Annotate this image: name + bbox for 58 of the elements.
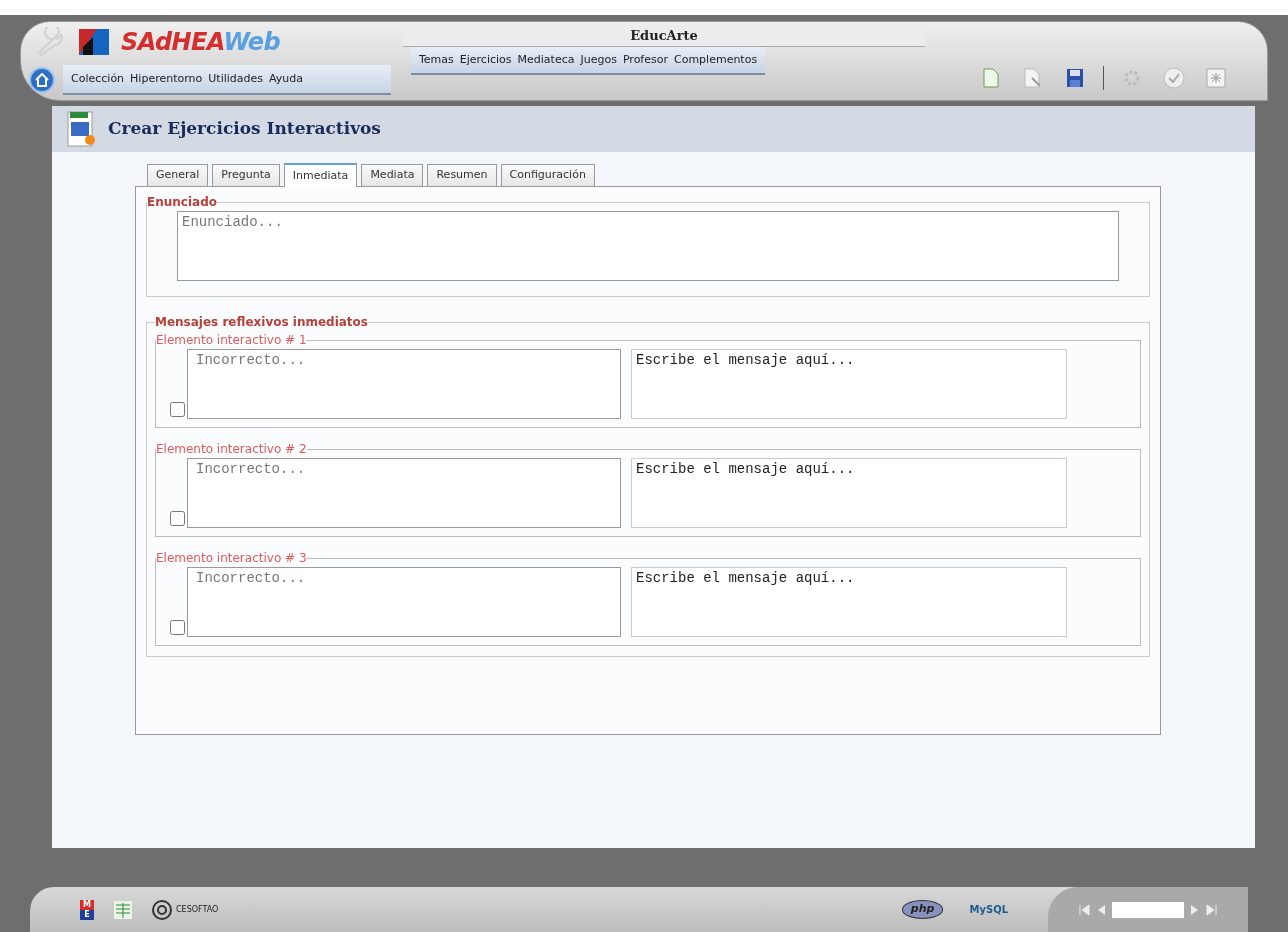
tab[interactable]: General <box>147 164 209 186</box>
menu-item[interactable]: Utilidades <box>208 70 263 88</box>
menu-item[interactable]: Temas <box>419 51 454 69</box>
first-page-button[interactable] <box>1078 903 1090 916</box>
element-legend: Elemento interactivo # 1 <box>156 331 307 349</box>
section-legend: Mensajes reflexivos inmediatos <box>155 313 368 331</box>
php-logo: php <box>901 900 944 919</box>
checkbox[interactable] <box>170 620 185 635</box>
message-field[interactable]: Escribe el mensaje aquí... <box>631 349 1067 419</box>
menu-item[interactable]: Complementos <box>674 51 758 69</box>
tab[interactable]: Pregunta <box>212 164 280 186</box>
menu-item[interactable]: Ayuda <box>269 70 303 88</box>
tab[interactable]: Inmediata <box>283 163 358 187</box>
page-field[interactable] <box>1112 901 1184 918</box>
app-logo: SAdHEAWeb <box>121 27 281 58</box>
answer-field[interactable]: Incorrecto... <box>187 567 621 637</box>
check-button[interactable] <box>1160 64 1188 92</box>
element-legend: Elemento interactivo # 2 <box>156 440 307 458</box>
menu-item[interactable]: Ejercicios <box>459 51 512 69</box>
mysql-logo: MySQL <box>969 903 1008 917</box>
menu-item[interactable]: Profesor <box>622 51 668 69</box>
previous-icon <box>1096 903 1106 916</box>
menu-item[interactable]: Mediateca <box>517 51 575 69</box>
me-logo: M E <box>80 899 94 920</box>
menu-item[interactable]: Juegos <box>580 51 617 69</box>
previous-page-button[interactable] <box>1096 903 1106 916</box>
menu-item[interactable]: Hiperentorno <box>130 70 203 88</box>
tab[interactable]: Configuración <box>500 164 595 186</box>
statement-field[interactable]: Enunciado... <box>177 211 1119 281</box>
home-icon <box>35 73 49 87</box>
next-page-button[interactable] <box>1190 903 1200 916</box>
answer-field[interactable]: Incorrecto... <box>187 349 621 419</box>
answer-field[interactable]: Incorrecto... <box>187 458 621 528</box>
checkbox[interactable] <box>170 402 185 417</box>
document-edit-icon <box>1024 68 1042 88</box>
checkmark-icon <box>1163 67 1185 89</box>
last-page-button[interactable] <box>1206 903 1218 916</box>
tab[interactable]: Resumen <box>427 164 497 186</box>
menu-item[interactable]: Colección <box>71 70 125 88</box>
checkbox[interactable] <box>170 511 185 526</box>
last-icon <box>1206 903 1218 916</box>
element-legend: Elemento interactivo # 3 <box>156 549 307 567</box>
home-button[interactable] <box>29 67 55 93</box>
next-icon <box>1190 903 1200 916</box>
message-field[interactable]: Escribe el mensaje aquí... <box>631 567 1067 637</box>
document-icon <box>983 68 999 88</box>
window-title: EducArte <box>630 26 698 45</box>
first-icon <box>1078 903 1090 916</box>
logo-icon <box>79 29 109 55</box>
window-icon <box>1206 68 1226 88</box>
chart-logo-icon <box>114 900 132 919</box>
cesoftao-logo: CESOFTAO <box>176 903 219 916</box>
section-legend: Enunciado <box>147 193 217 211</box>
exercise-icon <box>66 110 96 148</box>
page-title: Crear Ejercicios Interactivos <box>108 117 381 141</box>
message-field[interactable]: Escribe el mensaje aquí... <box>631 458 1067 528</box>
tab[interactable]: Mediata <box>361 164 424 186</box>
spiral-logo-icon <box>152 899 172 920</box>
